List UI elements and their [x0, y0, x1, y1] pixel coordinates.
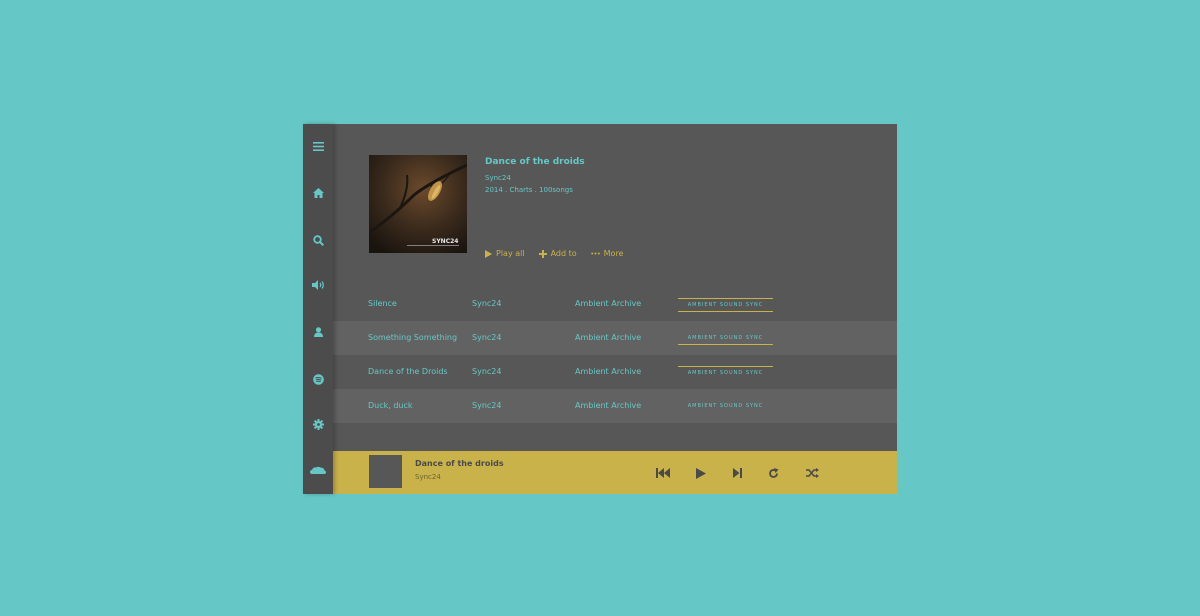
track-artist[interactable]: Sync24	[472, 299, 501, 308]
track-list: Silence Sync24 Ambient Archive AMBIENT S…	[333, 287, 897, 423]
album-title: Dance of the droids	[485, 157, 585, 167]
search-icon[interactable]	[303, 230, 333, 250]
cloud-icon[interactable]	[303, 460, 333, 480]
track-artist[interactable]: Sync24	[472, 333, 501, 342]
table-row[interactable]: Something Something Sync24 Ambient Archi…	[333, 321, 897, 355]
play-all-button[interactable]: Play all	[485, 249, 525, 258]
track-title: Duck, duck	[368, 401, 413, 410]
track-tag[interactable]: AMBIENT SOUND SYNC	[678, 298, 773, 312]
home-icon[interactable]	[303, 183, 333, 203]
track-tag[interactable]: AMBIENT SOUND SYNC	[678, 400, 773, 412]
track-artist[interactable]: Sync24	[472, 401, 501, 410]
more-button[interactable]: More	[590, 249, 624, 258]
add-to-label: Add to	[550, 249, 577, 258]
table-row[interactable]: Duck, duck Sync24 Ambient Archive AMBIEN…	[333, 389, 897, 423]
album-cover-art[interactable]: SYNC24	[369, 155, 467, 253]
player-cover-art[interactable]	[369, 455, 402, 488]
gear-icon[interactable]	[303, 414, 333, 434]
music-app-window: SYNC24 Dance of the droids Sync24 2014 .…	[303, 124, 897, 494]
track-title: Dance of the Droids	[368, 367, 448, 376]
repeat-icon	[768, 467, 778, 478]
track-album[interactable]: Ambient Archive	[575, 401, 641, 410]
more-label: More	[603, 249, 624, 258]
player-bar: Dance of the droids Sync24	[333, 451, 897, 494]
album-actions: Play all Add to More	[485, 249, 623, 258]
album-artist[interactable]: Sync24	[485, 174, 511, 182]
track-tag[interactable]: AMBIENT SOUND SYNC	[678, 332, 773, 345]
next-icon	[732, 468, 742, 478]
track-album[interactable]: Ambient Archive	[575, 299, 641, 308]
track-tag[interactable]: AMBIENT SOUND SYNC	[678, 366, 773, 379]
sidebar	[303, 124, 333, 494]
player-track-title: Dance of the droids	[415, 459, 504, 468]
track-album[interactable]: Ambient Archive	[575, 367, 641, 376]
player-track-artist: Sync24	[415, 473, 441, 481]
track-album[interactable]: Ambient Archive	[575, 333, 641, 342]
menu-icon[interactable]	[303, 136, 333, 156]
track-title: Something Something	[368, 333, 458, 342]
table-row[interactable]: Dance of the Droids Sync24 Ambient Archi…	[333, 355, 897, 389]
table-row[interactable]: Silence Sync24 Ambient Archive AMBIENT S…	[333, 287, 897, 321]
user-icon[interactable]	[303, 322, 333, 342]
previous-icon	[656, 468, 670, 478]
previous-button[interactable]	[655, 465, 671, 481]
shuffle-icon	[805, 468, 819, 478]
play-icon	[696, 467, 706, 479]
track-title: Silence	[368, 299, 397, 308]
album-meta: 2014 . Charts . 100songs	[485, 186, 573, 194]
volume-icon[interactable]	[303, 275, 333, 295]
repeat-button[interactable]	[765, 465, 781, 481]
plus-icon	[538, 249, 547, 258]
play-button[interactable]	[693, 465, 709, 481]
track-artist[interactable]: Sync24	[472, 367, 501, 376]
shuffle-button[interactable]	[804, 465, 820, 481]
more-icon	[590, 252, 600, 255]
next-button[interactable]	[729, 465, 745, 481]
play-icon	[485, 249, 492, 258]
album-art-text: SYNC24	[432, 238, 458, 245]
play-all-label: Play all	[496, 249, 525, 258]
spotify-icon[interactable]	[303, 369, 333, 389]
add-to-button[interactable]: Add to	[538, 249, 577, 258]
